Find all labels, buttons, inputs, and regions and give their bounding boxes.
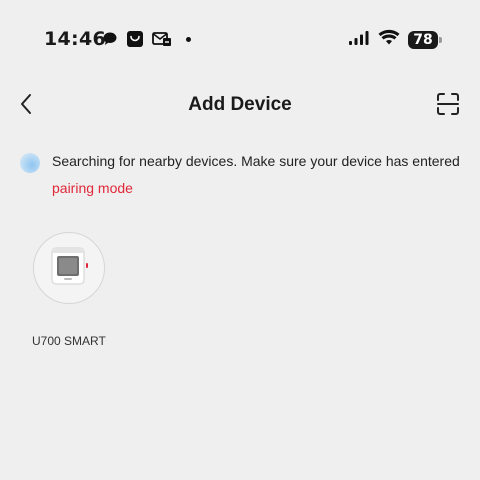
status-time: 14:46 (44, 28, 106, 50)
chat-bubble-icon (102, 31, 118, 47)
scan-icon (436, 92, 460, 121)
more-notifications-dot (186, 36, 191, 42)
search-message: Searching for nearby devices. Make sure … (52, 153, 460, 169)
device-image (33, 232, 105, 304)
notification-icons (102, 30, 191, 48)
header: Add Device (0, 82, 480, 130)
device-name: U700 SMART (32, 334, 106, 348)
shopping-bag-icon (126, 30, 144, 48)
status-bar: 14:46 78 (0, 0, 480, 80)
battery-indicator: 78 (408, 31, 442, 49)
humidifier-device-icon (48, 246, 90, 291)
wifi-icon (378, 29, 400, 51)
scan-button[interactable] (434, 92, 462, 120)
page-title: Add Device (188, 94, 292, 115)
signal-icon (348, 30, 370, 51)
mail-icon (152, 31, 172, 47)
pairing-mode-link[interactable]: pairing mode (52, 180, 133, 196)
searching-spinner-icon (20, 153, 40, 173)
system-icons: 78 (348, 29, 442, 51)
